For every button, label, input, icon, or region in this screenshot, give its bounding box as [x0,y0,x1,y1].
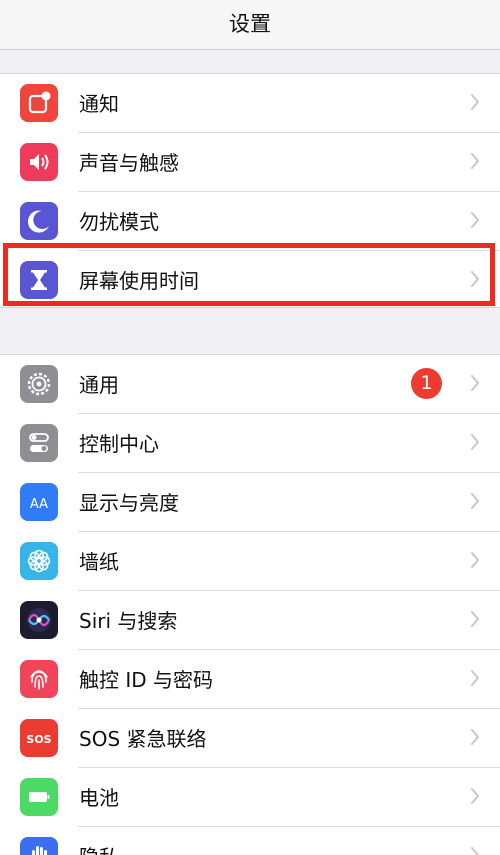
settings-row-emergency-sos[interactable]: SOS SOS 紧急联络 [0,709,500,768]
gear-icon [20,365,58,403]
notification-badge: 1 [411,368,442,399]
settings-row-privacy[interactable]: 隐私 [0,827,500,855]
fingerprint-icon [20,660,58,698]
chevron-right-icon [471,94,479,110]
settings-row-battery[interactable]: 电池 [0,768,500,827]
chevron-right-icon [471,788,479,804]
settings-row-label: 勿扰模式 [79,210,159,234]
settings-row-touch-id-passcode[interactable]: 触控 ID 与密码 [0,650,500,709]
flower-icon [20,542,58,580]
battery-icon [20,778,58,816]
settings-row-label: Siri 与搜索 [79,609,178,633]
svg-text:AA: AA [30,497,48,512]
speaker-icon [20,143,58,181]
toggles-icon [20,424,58,462]
settings-row-label: 显示与亮度 [79,491,179,515]
chevron-right-icon [471,434,479,450]
chevron-right-icon [471,153,479,169]
chevron-right-icon [471,493,479,509]
settings-row-label: 电池 [79,786,119,810]
chevron-right-icon [471,670,479,686]
settings-group-2: 通用 1 控制中心 AA 显示与亮度 墙纸 Siri 与搜索 触控 ID 与密码… [0,354,500,855]
moon-icon [20,202,58,240]
chevron-right-icon [471,212,479,228]
settings-row-label: 触控 ID 与密码 [79,668,214,692]
settings-row-siri-search[interactable]: Siri 与搜索 [0,591,500,650]
settings-row-label: 控制中心 [79,432,159,456]
chevron-right-icon [471,552,479,568]
sos-icon: SOS [20,719,58,757]
hand-icon [20,837,58,855]
navigation-bar: 设置 [0,0,500,50]
siri-icon [20,601,58,639]
chevron-right-icon [471,729,479,745]
settings-row-label: 通用 [79,373,119,397]
settings-row-display-brightness[interactable]: AA 显示与亮度 [0,473,500,532]
chevron-right-icon [471,611,479,627]
page-title: 设置 [229,12,271,36]
settings-row-general[interactable]: 通用 1 [0,355,500,414]
settings-row-label: 通知 [79,92,119,116]
svg-text:SOS: SOS [26,733,51,746]
highlight-box [3,243,495,306]
settings-row-control-center[interactable]: 控制中心 [0,414,500,473]
settings-row-notifications[interactable]: 通知 [0,74,500,133]
chevron-right-icon [471,847,479,855]
settings-row-sounds[interactable]: 声音与触感 [0,133,500,192]
settings-row-wallpaper[interactable]: 墙纸 [0,532,500,591]
text-size-icon: AA [20,483,58,521]
settings-row-label: SOS 紧急联络 [79,727,207,751]
settings-row-label: 声音与触感 [79,151,179,175]
notifications-icon [20,84,58,122]
settings-row-label: 墙纸 [79,550,119,574]
chevron-right-icon [471,375,479,391]
settings-row-label: 隐私 [79,841,119,855]
